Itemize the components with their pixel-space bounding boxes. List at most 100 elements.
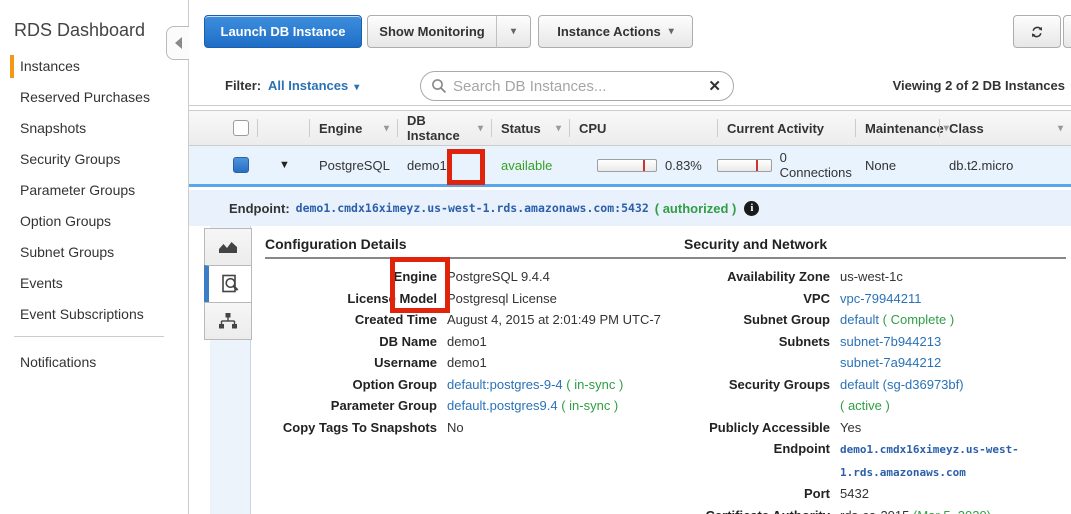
security-network-title: Security and Network [684, 236, 1066, 259]
detail-row-availability-zone: Availability Zone us-west-1c [684, 266, 1066, 288]
detail-row-created-time: Created Time August 4, 2015 at 2:01:49 P… [265, 309, 685, 331]
cell-cpu: 0.83% [569, 146, 717, 184]
detail-row-copy-tags: Copy Tags To Snapshots No [265, 417, 685, 439]
detail-row-engine: Engine PostgreSQL 9.4.4 [265, 266, 685, 288]
sidebar-item-event-subscriptions[interactable]: Event Subscriptions [0, 299, 188, 330]
tab-monitoring[interactable] [204, 228, 252, 266]
sort-caret-icon: ▾ [1058, 123, 1063, 134]
subnet-link-2[interactable]: subnet-7a944212 [840, 352, 1050, 374]
instance-actions-button[interactable]: Instance Actions ▾ [538, 15, 693, 48]
column-header-cpu[interactable]: CPU [569, 111, 717, 145]
sidebar-item-instances[interactable]: Instances [0, 51, 188, 82]
detail-row-vpc: VPC vpc-79944211 [684, 288, 1066, 310]
detail-row-db-name: DB Name demo1 [265, 331, 685, 353]
cell-status: available [491, 146, 569, 184]
table-header-row: Engine ▾ DB Instance ▾ Status ▾ CPU Curr… [189, 110, 1071, 146]
expand-row-icon[interactable]: ▼ [279, 159, 290, 171]
clear-search-icon[interactable]: ✕ [706, 77, 723, 95]
security-network-section: Security and Network Availability Zone u… [684, 236, 1066, 514]
endpoint-strip: Endpoint: demo1.cmdx16ximeyz.us-west-1.r… [189, 190, 1071, 226]
annotation-box-details-tab [390, 257, 450, 313]
annotation-box-expand-arrow [447, 149, 485, 185]
sidebar-collapse-button[interactable] [166, 26, 189, 60]
expand-column-header [257, 111, 309, 145]
endpoint-value: demo1.cmdx16ximeyz.us-west-1.rds.amazona… [840, 443, 1019, 479]
endpoint-status: ( authorized ) [655, 201, 737, 216]
endpoint-address: demo1.cmdx16ximeyz.us-west-1.rds.amazona… [296, 201, 649, 215]
sidebar-item-reserved-purchases[interactable]: Reserved Purchases [0, 82, 188, 113]
row-select-cell [209, 146, 257, 184]
column-header-status[interactable]: Status ▾ [491, 111, 569, 145]
filter-dropdown[interactable]: All Instances▾ [268, 78, 359, 93]
search-box[interactable]: ✕ [420, 71, 734, 101]
show-monitoring-dropdown-button[interactable]: ▾ [496, 15, 531, 48]
details-tabs [204, 229, 252, 340]
detail-row-endpoint: Endpoint demo1.cmdx16ximeyz.us-west-1.rd… [684, 438, 1066, 483]
sidebar-item-snapshots[interactable]: Snapshots [0, 113, 188, 144]
row-expand-cell: ▼ [257, 146, 309, 184]
endpoint-label: Endpoint: [229, 201, 290, 216]
tab-details[interactable] [204, 265, 252, 303]
filter-bar: Filter: All Instances▾ ✕ Viewing 2 of 2 … [189, 66, 1071, 106]
cell-engine: PostgreSQL [309, 146, 397, 184]
chevron-down-icon: ▾ [669, 26, 674, 37]
detail-row-option-group: Option Group default:postgres-9-4 ( in-s… [265, 374, 685, 396]
detail-row-license: License Model Postgresql License [265, 288, 685, 310]
sort-caret-icon: ▾ [384, 123, 389, 134]
option-group-link[interactable]: default:postgres-9-4 [447, 377, 563, 392]
column-header-current-activity[interactable]: Current Activity [717, 111, 855, 145]
toolbar: Launch DB Instance Show Monitoring ▾ Ins… [189, 0, 1071, 66]
detail-row-certificate-authority: Certificate Authority rds-ca-2015 (Mar 5… [684, 505, 1066, 514]
refresh-button[interactable] [1013, 15, 1061, 48]
sort-caret-icon: ▾ [478, 123, 483, 134]
sidebar-item-option-groups[interactable]: Option Groups [0, 206, 188, 237]
select-all-checkbox[interactable] [233, 120, 249, 136]
activity-meter [717, 159, 772, 172]
tab-topology[interactable] [204, 302, 252, 340]
launch-db-instance-button[interactable]: Launch DB Instance [204, 15, 362, 48]
cell-class: db.t2.micro [939, 146, 1071, 184]
column-header-engine[interactable]: Engine ▾ [309, 111, 397, 145]
detail-row-parameter-group: Parameter Group default.postgres9.4 ( in… [265, 395, 685, 417]
select-all-column [209, 111, 257, 145]
column-header-class[interactable]: Class ▾ [939, 111, 1071, 145]
show-monitoring-button[interactable]: Show Monitoring [367, 15, 497, 48]
security-group-link[interactable]: default (sg-d36973bf) [840, 374, 1050, 396]
collapse-left-icon [175, 37, 182, 49]
cpu-meter [597, 159, 657, 172]
cell-current-activity: 0 Connections [717, 146, 855, 184]
viewing-count: Viewing 2 of 2 DB Instances [893, 78, 1065, 93]
sidebar-nav: Instances Reserved Purchases Snapshots S… [0, 51, 188, 330]
sidebar: RDS Dashboard Instances Reserved Purchas… [0, 0, 188, 514]
sidebar-divider [14, 336, 164, 337]
cpu-meter-tick [643, 160, 645, 171]
info-icon[interactable]: i [744, 201, 759, 216]
sidebar-item-subnet-groups[interactable]: Subnet Groups [0, 237, 188, 268]
detail-row-subnet-group: Subnet Group default ( Complete ) [684, 309, 1066, 331]
detail-row-subnets: Subnets subnet-7b944213 subnet-7a944212 [684, 331, 1066, 374]
chart-icon [218, 240, 238, 254]
table-row-demo1[interactable]: ▼ PostgreSQL demo1 available 0.83% 0 Con… [189, 146, 1071, 187]
vpc-link[interactable]: vpc-79944211 [840, 291, 921, 306]
sidebar-item-security-groups[interactable]: Security Groups [0, 144, 188, 175]
detail-row-username: Username demo1 [265, 352, 685, 374]
subnet-link-1[interactable]: subnet-7b944213 [840, 331, 1050, 353]
sidebar-item-parameter-groups[interactable]: Parameter Groups [0, 175, 188, 206]
inspect-icon [221, 274, 240, 294]
sidebar-item-events[interactable]: Events [0, 268, 188, 299]
chevron-down-icon: ▾ [511, 26, 516, 37]
detail-row-security-groups: Security Groups default (sg-d36973bf) ( … [684, 374, 1066, 417]
activity-meter-tick [756, 160, 758, 171]
detail-row-port: Port 5432 [684, 483, 1066, 505]
sort-caret-icon: ▾ [556, 123, 561, 134]
search-input[interactable] [453, 78, 706, 95]
subnet-group-link[interactable]: default [840, 312, 879, 327]
column-header-maintenance[interactable]: Maintenance ▾ [855, 111, 939, 145]
sidebar-item-notifications[interactable]: Notifications [0, 347, 188, 378]
column-header-db-instance[interactable]: DB Instance ▾ [397, 111, 491, 145]
parameter-group-link[interactable]: default.postgres9.4 [447, 398, 558, 413]
detail-row-publicly-accessible: Publicly Accessible Yes [684, 417, 1066, 439]
settings-button-partial[interactable]: ▾ [1063, 15, 1071, 48]
search-icon [431, 78, 447, 94]
row-checkbox[interactable] [233, 157, 249, 173]
